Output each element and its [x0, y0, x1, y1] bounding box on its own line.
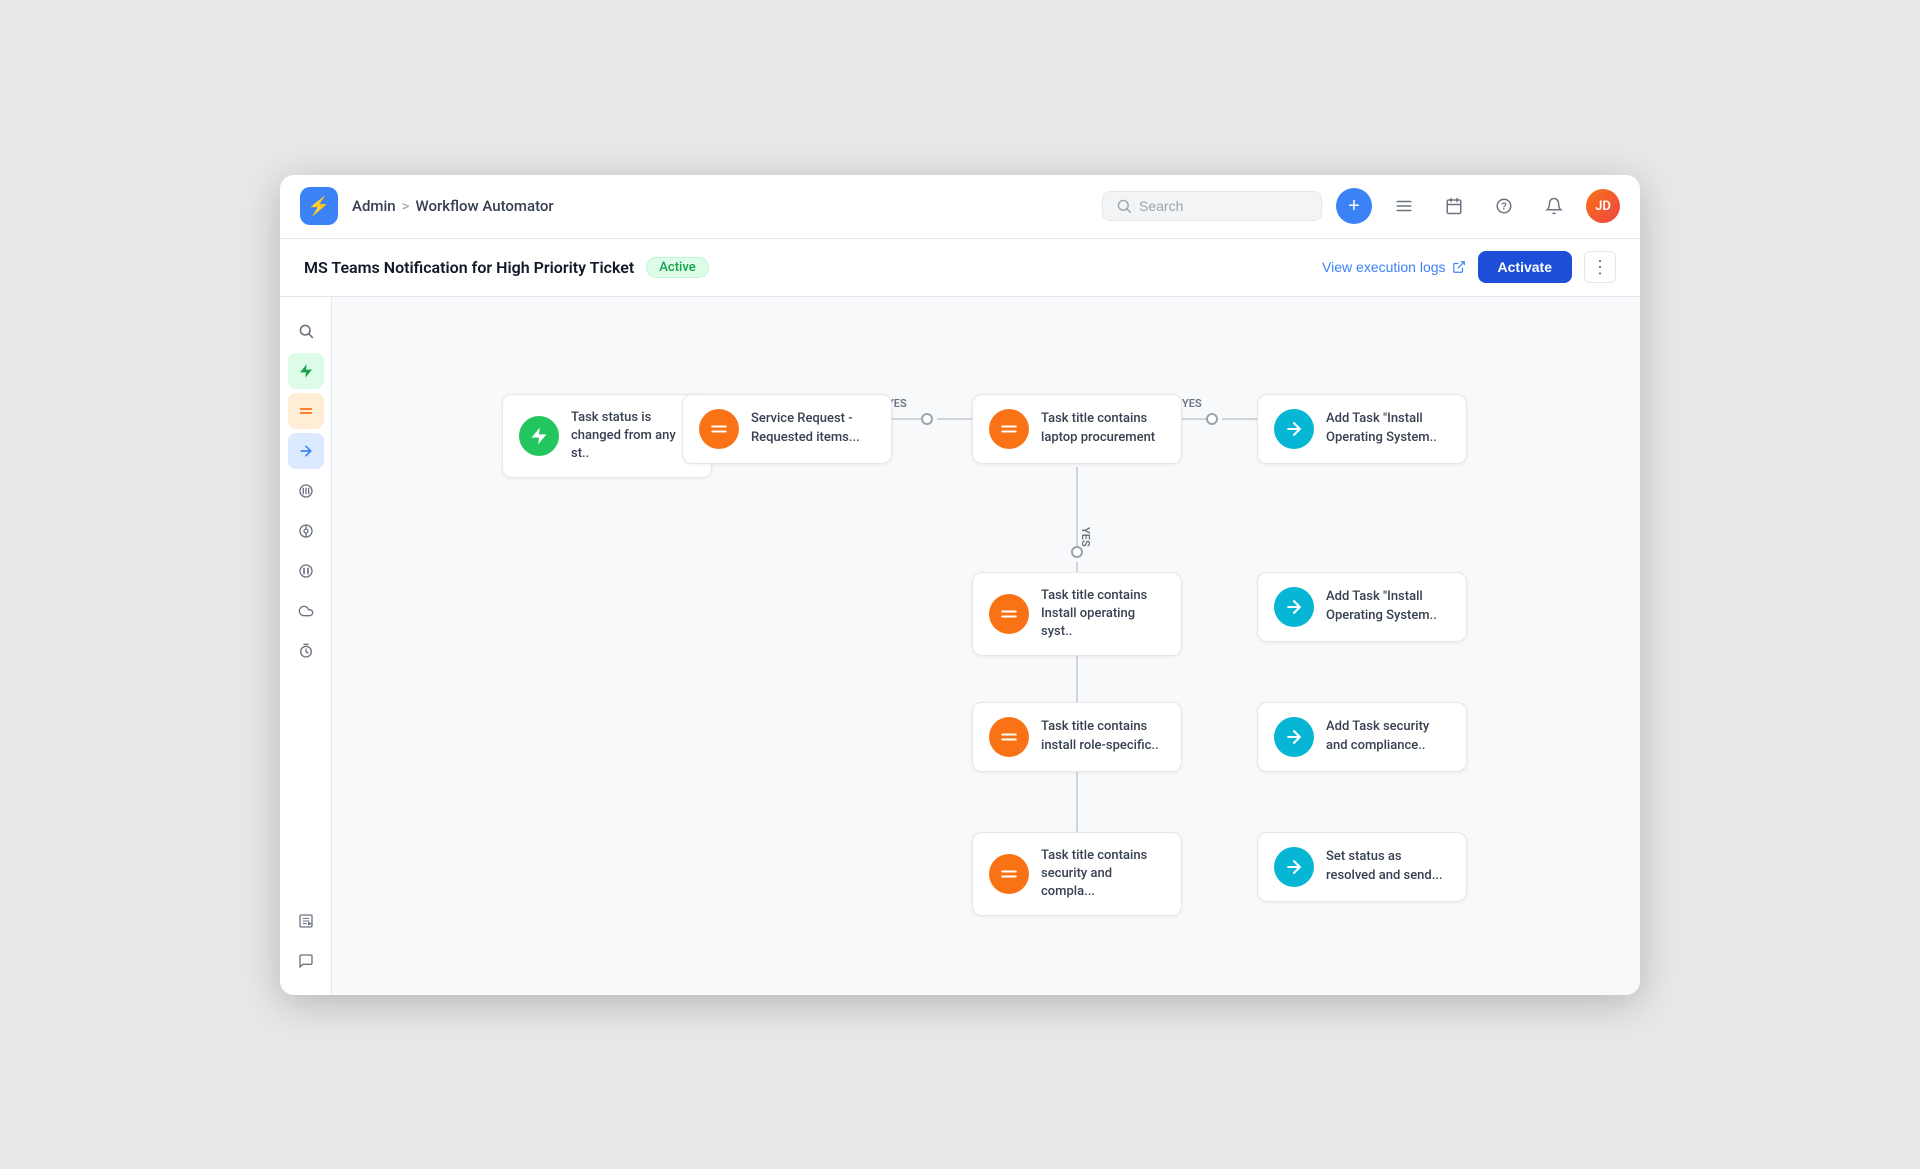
- app-window: ⚡ Admin > Workflow Automator +: [280, 175, 1640, 995]
- calendar-icon: [1445, 197, 1463, 215]
- condition1-node[interactable]: Service Request - Requested items...: [682, 394, 892, 464]
- status-badge: Active: [646, 257, 708, 278]
- trigger-icon: [519, 416, 559, 456]
- top-nav: ⚡ Admin > Workflow Automator +: [280, 175, 1640, 239]
- condition4-text: Task title contains install role-specifi…: [1041, 718, 1165, 754]
- sidebar-search[interactable]: [288, 313, 324, 349]
- sidebar-cloud[interactable]: [288, 593, 324, 629]
- sidebar-action[interactable]: [288, 433, 324, 469]
- search-box[interactable]: [1102, 191, 1322, 221]
- condition1-text: Service Request - Requested items...: [751, 410, 875, 446]
- action3-text: Add Task security and compliance..: [1326, 718, 1450, 754]
- condition1-icon: [699, 409, 739, 449]
- sidebar-integration[interactable]: [288, 513, 324, 549]
- condition2-node[interactable]: Task title contains laptop procurement: [972, 394, 1182, 464]
- condition5-node[interactable]: Task title contains security and compla.…: [972, 832, 1182, 917]
- app-logo[interactable]: ⚡: [300, 187, 338, 225]
- condition4-node[interactable]: Task title contains install role-specifi…: [972, 702, 1182, 772]
- sidebar-chat[interactable]: [288, 943, 324, 979]
- action3-icon: [1274, 717, 1314, 757]
- more-options-button[interactable]: ⋮: [1584, 251, 1616, 283]
- workflow-canvas: YES YES YES YES: [332, 297, 1640, 995]
- breadcrumb-page[interactable]: Workflow Automator: [416, 197, 554, 215]
- svg-text:YES: YES: [1182, 397, 1202, 410]
- list-icon-button[interactable]: [1386, 188, 1422, 224]
- sub-header: MS Teams Notification for High Priority …: [280, 239, 1640, 297]
- sidebar-parallel[interactable]: [288, 473, 324, 509]
- condition3-node[interactable]: Task title contains Install operating sy…: [972, 572, 1182, 657]
- action2-icon: [1274, 587, 1314, 627]
- breadcrumb-root[interactable]: Admin: [352, 197, 396, 215]
- breadcrumb: Admin > Workflow Automator: [352, 197, 554, 215]
- action4-icon: [1274, 847, 1314, 887]
- condition3-text: Task title contains Install operating sy…: [1041, 587, 1165, 642]
- sidebar-logs[interactable]: [288, 903, 324, 939]
- page-title: MS Teams Notification for High Priority …: [304, 258, 634, 277]
- condition4-icon: [989, 717, 1029, 757]
- workflow-container: YES YES YES YES: [372, 327, 1600, 927]
- search-icon: [1117, 199, 1131, 213]
- condition3-icon: [989, 594, 1029, 634]
- svg-text:YES: YES: [1079, 527, 1092, 547]
- left-sidebar: [280, 297, 332, 995]
- action4-node[interactable]: Set status as resolved and send...: [1257, 832, 1467, 902]
- main-area: YES YES YES YES: [280, 297, 1640, 995]
- help-icon-button[interactable]: ?: [1486, 188, 1522, 224]
- calendar-icon-button[interactable]: [1436, 188, 1472, 224]
- action1-node[interactable]: Add Task "Install Operating System..: [1257, 394, 1467, 464]
- search-input[interactable]: [1139, 198, 1299, 214]
- condition2-icon: [989, 409, 1029, 449]
- action4-text: Set status as resolved and send...: [1326, 848, 1450, 884]
- sidebar-timer[interactable]: [288, 633, 324, 669]
- condition5-icon: [989, 854, 1029, 894]
- trigger-text: Task status is changed from any st..: [571, 409, 695, 464]
- action1-icon: [1274, 409, 1314, 449]
- add-button[interactable]: +: [1336, 188, 1372, 224]
- sidebar-trigger[interactable]: [288, 353, 324, 389]
- activate-button[interactable]: Activate: [1478, 251, 1572, 283]
- sidebar-pause[interactable]: [288, 553, 324, 589]
- trigger-node[interactable]: Task status is changed from any st..: [502, 394, 712, 479]
- view-logs-button[interactable]: View execution logs: [1322, 259, 1465, 275]
- condition2-text: Task title contains laptop procurement: [1041, 410, 1165, 446]
- action1-text: Add Task "Install Operating System..: [1326, 410, 1450, 446]
- condition5-text: Task title contains security and compla.…: [1041, 847, 1165, 902]
- action2-node[interactable]: Add Task "Install Operating System..: [1257, 572, 1467, 642]
- bell-icon: [1545, 197, 1563, 215]
- action3-node[interactable]: Add Task security and compliance..: [1257, 702, 1467, 772]
- list-icon: [1395, 197, 1413, 215]
- action2-text: Add Task "Install Operating System..: [1326, 588, 1450, 624]
- breadcrumb-sep: >: [402, 197, 410, 215]
- svg-text:?: ?: [1501, 201, 1507, 212]
- help-icon: ?: [1495, 197, 1513, 215]
- user-avatar[interactable]: JD: [1586, 189, 1620, 223]
- sidebar-condition[interactable]: [288, 393, 324, 429]
- external-link-icon: [1452, 260, 1466, 274]
- notification-icon-button[interactable]: [1536, 188, 1572, 224]
